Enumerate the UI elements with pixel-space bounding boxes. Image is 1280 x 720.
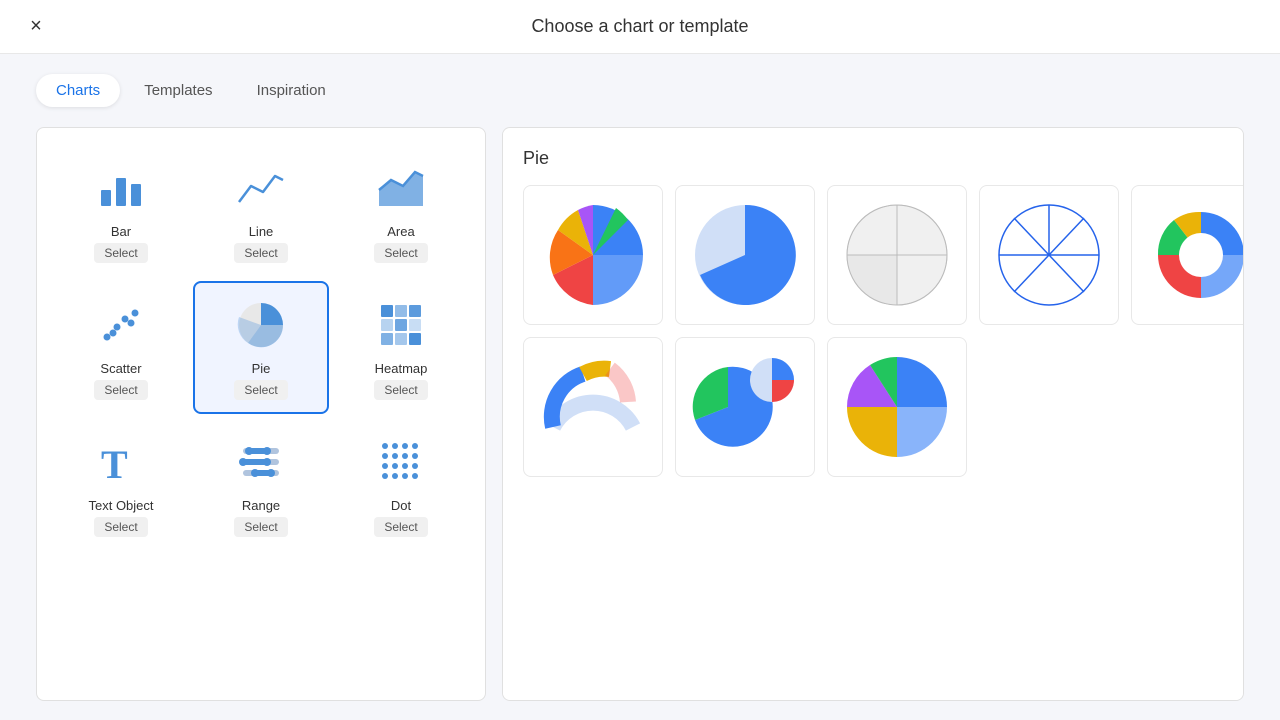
area-select-button[interactable]: Select (374, 243, 427, 263)
chart-sidebar: Bar Select Line Select (36, 127, 486, 701)
heatmap-chart-icon (371, 295, 431, 355)
range-chart-icon (231, 432, 291, 492)
chart-item-pie[interactable]: Pie Select (193, 281, 329, 414)
pie-chart-icon (231, 295, 291, 355)
heatmap-select-button[interactable]: Select (374, 380, 427, 400)
dialog-title: Choose a chart or template (531, 16, 748, 37)
bar-select-button[interactable]: Select (94, 243, 147, 263)
scatter-chart-icon (91, 295, 151, 355)
area-chart-icon (371, 158, 431, 218)
text-chart-name: Text Object (88, 498, 153, 513)
dialog-header: × Choose a chart or template (0, 0, 1280, 54)
bar-chart-name: Bar (111, 224, 131, 239)
pie-thumb-8[interactable] (827, 337, 967, 477)
line-select-button[interactable]: Select (234, 243, 287, 263)
pie-detail-panel: Pie (502, 127, 1244, 701)
pie-thumb-2[interactable] (675, 185, 815, 325)
chart-item-bar[interactable]: Bar Select (53, 144, 189, 277)
range-chart-name: Range (242, 498, 280, 513)
pie-thumb-3[interactable] (827, 185, 967, 325)
pie-select-button[interactable]: Select (234, 380, 287, 400)
scatter-chart-name: Scatter (100, 361, 141, 376)
tab-charts[interactable]: Charts (36, 74, 120, 107)
line-chart-icon (231, 158, 291, 218)
line-chart-name: Line (249, 224, 274, 239)
pie-thumb-7[interactable] (675, 337, 815, 477)
pie-row-2 (523, 337, 1223, 477)
heatmap-chart-name: Heatmap (375, 361, 428, 376)
area-chart-name: Area (387, 224, 414, 239)
section-title: Pie (523, 148, 1223, 169)
pie-thumb-5[interactable] (1131, 185, 1244, 325)
pie-chart-name: Pie (252, 361, 271, 376)
text-select-button[interactable]: Select (94, 517, 147, 537)
text-object-icon: T (91, 432, 151, 492)
chart-item-line[interactable]: Line Select (193, 144, 329, 277)
dot-select-button[interactable]: Select (374, 517, 427, 537)
tab-inspiration[interactable]: Inspiration (237, 74, 346, 107)
dot-chart-icon (371, 432, 431, 492)
scatter-select-button[interactable]: Select (94, 380, 147, 400)
pie-thumb-6[interactable] (523, 337, 663, 477)
chart-item-scatter[interactable]: Scatter Select (53, 281, 189, 414)
dot-chart-name: Dot (391, 498, 411, 513)
chart-item-text[interactable]: T Text Object Select (53, 418, 189, 551)
chart-item-heatmap[interactable]: Heatmap Select (333, 281, 469, 414)
svg-text:T: T (101, 442, 128, 487)
close-button[interactable]: × (20, 11, 52, 43)
pie-thumb-1[interactable] (523, 185, 663, 325)
tab-bar: Charts Templates Inspiration (0, 54, 1280, 127)
bar-chart-icon (91, 158, 151, 218)
chart-item-dot[interactable]: Dot Select (333, 418, 469, 551)
range-select-button[interactable]: Select (234, 517, 287, 537)
chart-item-area[interactable]: Area Select (333, 144, 469, 277)
chart-grid: Bar Select Line Select (53, 144, 469, 551)
pie-row-1 (523, 185, 1223, 325)
main-content: Bar Select Line Select (0, 127, 1280, 717)
tab-templates[interactable]: Templates (124, 74, 232, 107)
chart-item-range[interactable]: Range Select (193, 418, 329, 551)
pie-thumb-4[interactable] (979, 185, 1119, 325)
